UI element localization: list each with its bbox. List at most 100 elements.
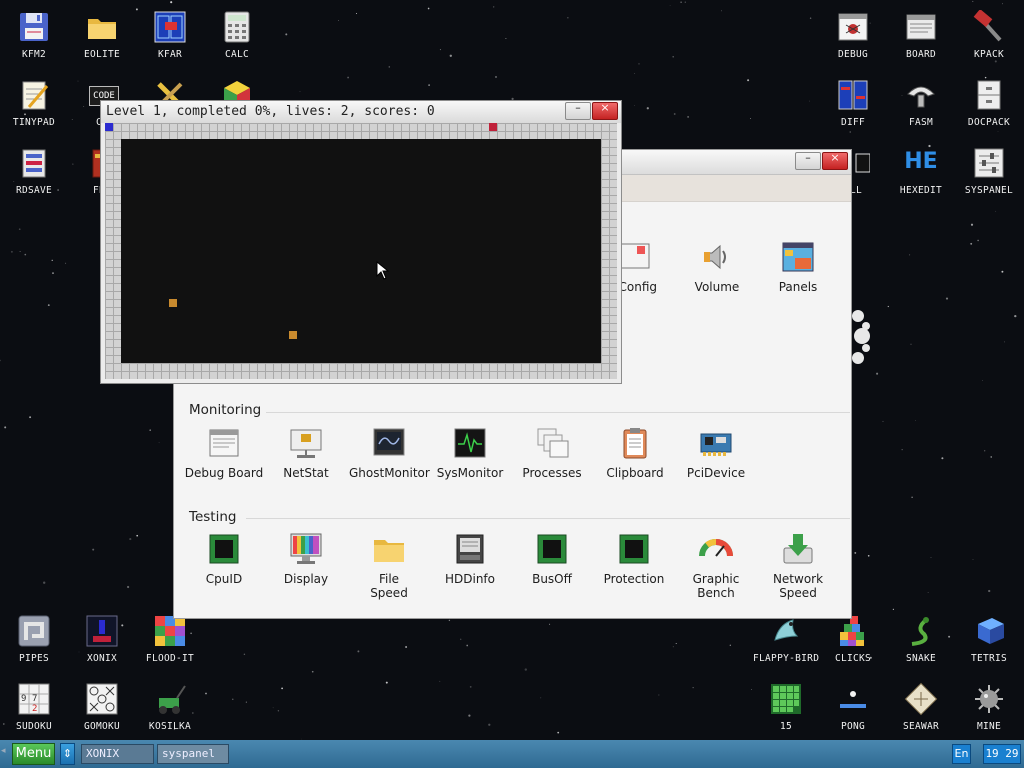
- desktop-icon-15[interactable]: 15: [753, 676, 819, 742]
- star: [672, 646, 674, 648]
- desktop-icon-fasm[interactable]: FASM: [889, 72, 953, 138]
- star: [557, 731, 560, 734]
- taskbar-left-arrow-icon[interactable]: ◂: [1, 746, 6, 756]
- syspanel-close-button[interactable]: ×: [822, 151, 848, 170]
- app-volume[interactable]: Volume: [677, 240, 757, 294]
- game-border-enemy: [489, 123, 497, 131]
- desktop-icon-tetris[interactable]: TETRIS: [957, 608, 1021, 674]
- app-panels[interactable]: Panels: [758, 240, 838, 294]
- star: [915, 420, 916, 421]
- game-unclaimed-area: [121, 139, 601, 363]
- desktop-icon-kfm2[interactable]: KFM2: [2, 4, 66, 70]
- star: [10, 250, 13, 253]
- star: [867, 554, 870, 557]
- star: [439, 49, 441, 51]
- app-sysmonitor[interactable]: SysMonitor: [430, 426, 510, 480]
- desktop-icon-docpack[interactable]: DOCPACK: [957, 72, 1021, 138]
- desktop-icon-kpack[interactable]: KPACK: [957, 4, 1021, 70]
- star: [19, 251, 21, 253]
- clock: 19 29: [983, 744, 1021, 764]
- game-titlebar[interactable]: Level 1, completed 0%, lives: 2, scores:…: [101, 101, 621, 123]
- pipes-icon: [17, 614, 51, 648]
- sys-monitor-icon: [453, 426, 487, 460]
- clicks-icon: [836, 614, 870, 648]
- syspanel-minimize-button[interactable]: –: [795, 151, 821, 170]
- network-icon: [289, 426, 323, 460]
- star: [347, 76, 350, 79]
- switch-windows-button[interactable]: ⇕: [60, 743, 75, 765]
- star: [281, 687, 283, 690]
- app-netstat[interactable]: NetStat: [266, 426, 346, 480]
- app-debug-board[interactable]: Debug Board: [184, 426, 264, 480]
- desktop-icon-diff[interactable]: DIFF: [821, 72, 885, 138]
- desktop-icon-kfar[interactable]: KFAR: [138, 4, 202, 70]
- star: [910, 343, 912, 345]
- section-divider: [266, 412, 850, 413]
- desktop-icon-pipes[interactable]: PIPES: [2, 608, 66, 674]
- menu-button[interactable]: Menu: [12, 743, 55, 765]
- star: [809, 17, 812, 19]
- sudoku-icon: 9 7 2: [17, 682, 51, 716]
- star: [911, 496, 913, 498]
- desktop-icon-gomoku[interactable]: GOMOKU: [70, 676, 134, 742]
- star: [277, 710, 280, 712]
- star: [672, 55, 674, 58]
- desktop-icon-eolite[interactable]: EOLITE: [70, 4, 134, 70]
- app-protection[interactable]: Protection: [594, 532, 674, 586]
- board-icon: [904, 10, 938, 44]
- app-ghostmonitor[interactable]: GhostMonitor: [349, 426, 430, 480]
- app-cpuid[interactable]: CpuID: [184, 532, 264, 586]
- desktop-icon-snake[interactable]: SNAKE: [889, 608, 953, 674]
- desktop-icon-board[interactable]: BOARD: [889, 4, 953, 70]
- snake-icon: [904, 614, 938, 648]
- taskbar-task-syspanel[interactable]: syspanel: [157, 744, 229, 764]
- star: [729, 644, 731, 646]
- seawar-icon: [904, 682, 938, 716]
- desktop-icon-debug[interactable]: DEBUG: [821, 4, 885, 70]
- panels-icon: [781, 240, 815, 274]
- app-busoff[interactable]: BusOff: [512, 532, 592, 586]
- star: [448, 619, 451, 622]
- app-processes[interactable]: Processes: [512, 426, 592, 480]
- star: [4, 426, 7, 429]
- star: [126, 585, 130, 589]
- desktop-icon-calc[interactable]: CALC: [205, 4, 269, 70]
- star: [495, 76, 497, 78]
- desktop-icon-kosilka[interactable]: KOSILKA: [138, 676, 202, 742]
- debug-board-icon: [207, 426, 241, 460]
- section-testing-title: Testing: [189, 509, 237, 525]
- desktop-icon-rdsave[interactable]: RDSAVE: [2, 140, 66, 206]
- desktop-icon-sudoku[interactable]: 9 7 2 SUDOKU: [2, 676, 66, 742]
- desktop-icon-seawar[interactable]: SEAWAR: [889, 676, 953, 742]
- game-close-button[interactable]: ×: [592, 101, 618, 120]
- calculator-icon: [220, 10, 254, 44]
- desktop-icon-tinypad[interactable]: TINYPAD: [2, 72, 66, 138]
- fasm-icon: [904, 78, 938, 112]
- desktop-icon-xonix[interactable]: XONIX: [70, 608, 134, 674]
- star: [468, 714, 471, 717]
- desktop-icon-pong[interactable]: PONG: [821, 676, 885, 742]
- tetris-icon: [972, 614, 1006, 648]
- star: [43, 581, 46, 584]
- taskbar-task-xonix[interactable]: XONIX: [81, 744, 154, 764]
- xonix-game-window[interactable]: Level 1, completed 0%, lives: 2, scores:…: [100, 100, 622, 384]
- game-minimize-button[interactable]: –: [565, 101, 591, 120]
- folder-icon: [85, 10, 119, 44]
- section-monitoring-title: Monitoring: [189, 402, 262, 418]
- flood-icon: [153, 614, 187, 648]
- desktop-icon-hexedit[interactable]: HE HEXEDIT: [889, 140, 953, 206]
- app-pcidevice[interactable]: PciDevice: [676, 426, 756, 480]
- app-clipboard[interactable]: Clipboard: [595, 426, 675, 480]
- desktop-icon-mine[interactable]: MINE: [957, 676, 1021, 742]
- app-network-speed[interactable]: Network Speed: [758, 532, 838, 600]
- star: [567, 17, 569, 19]
- game-field[interactable]: [105, 123, 617, 379]
- desktop-icon-syspanel[interactable]: SYSPANEL: [957, 140, 1021, 206]
- app-file-speed[interactable]: File Speed: [349, 532, 429, 600]
- app-display[interactable]: Display: [266, 532, 346, 586]
- chip-icon: [535, 532, 569, 566]
- app-graphic-bench[interactable]: Graphic Bench: [676, 532, 756, 600]
- star: [634, 105, 635, 106]
- app-hddinfo[interactable]: HDDinfo: [430, 532, 510, 586]
- language-indicator[interactable]: En: [952, 744, 971, 764]
